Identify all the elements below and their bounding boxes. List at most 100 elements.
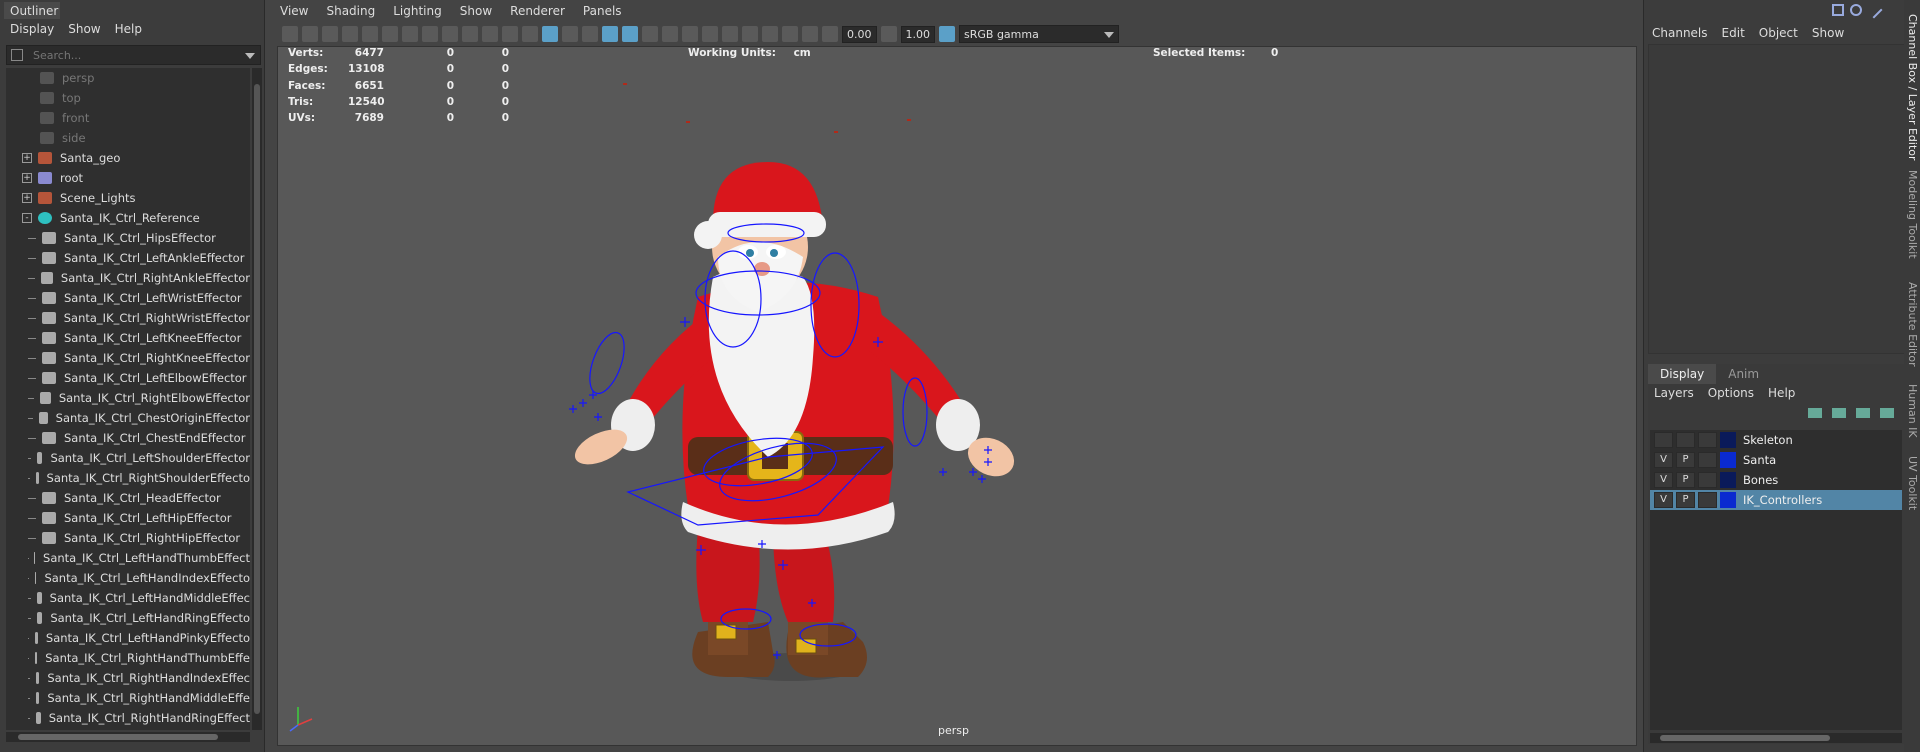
outliner-item[interactable]: Santa_IK_Ctrl_HipsEffector xyxy=(6,228,250,248)
gamma-field[interactable]: 1.00 xyxy=(900,25,935,43)
edit-menu[interactable]: Edit xyxy=(1722,26,1745,40)
layer-type-toggle[interactable] xyxy=(1698,472,1717,488)
layer-row[interactable]: V P IK_Controllers xyxy=(1650,490,1902,510)
layer-color-swatch[interactable] xyxy=(1720,452,1736,468)
help-menu[interactable]: Help xyxy=(1768,386,1795,400)
select-camera-icon[interactable] xyxy=(282,26,298,42)
outliner-item[interactable]: Santa_IK_Ctrl_LeftHandIndexEffecto xyxy=(6,568,250,588)
layer-row[interactable]: V P Bones xyxy=(1650,470,1902,490)
layer-visibility-toggle[interactable]: V xyxy=(1654,452,1673,468)
viewport-menu-show[interactable]: Show xyxy=(460,4,492,18)
side-tab[interactable]: Attribute Editor xyxy=(1906,282,1919,367)
xray-icon[interactable] xyxy=(762,26,778,42)
show-menu[interactable]: Show xyxy=(1812,26,1844,40)
viewport-menu-lighting[interactable]: Lighting xyxy=(393,4,442,18)
layer-visibility-toggle[interactable]: V xyxy=(1654,472,1673,488)
outliner-item[interactable]: Santa_IK_Ctrl_RightShoulderEffecto xyxy=(6,468,250,488)
outliner-item[interactable]: + root xyxy=(6,168,250,188)
xray-joints-icon[interactable] xyxy=(802,26,818,42)
viewport-menu-view[interactable]: View xyxy=(280,4,308,18)
outliner-item[interactable]: Santa_IK_Ctrl_RightHandThumbEffe xyxy=(6,648,250,668)
collapse-icon[interactable]: - xyxy=(22,213,32,223)
outliner-item[interactable]: + Santa_geo xyxy=(6,148,250,168)
outliner-item[interactable]: Santa_IK_Ctrl_LeftHandPinkyEffecto xyxy=(6,628,250,648)
outliner-item[interactable]: - Santa_IK_Ctrl_Reference xyxy=(6,208,250,228)
color-management-icon[interactable] xyxy=(939,26,955,42)
outliner-item[interactable]: Santa_IK_Ctrl_LeftWristEffector xyxy=(6,288,250,308)
layer-type-toggle[interactable] xyxy=(1698,492,1717,508)
outliner-item[interactable]: Santa_IK_Ctrl_LeftKneeEffector xyxy=(6,328,250,348)
outliner-item[interactable]: top xyxy=(6,88,250,108)
expand-icon[interactable]: + xyxy=(22,173,32,183)
tab-display[interactable]: Display xyxy=(1648,364,1717,384)
outliner-menu-show[interactable]: Show xyxy=(68,22,100,38)
gate-mask-icon[interactable] xyxy=(462,26,478,42)
channels-menu[interactable]: Channels xyxy=(1652,26,1708,40)
outliner-horizontal-scrollbar[interactable] xyxy=(6,732,250,742)
search-input[interactable] xyxy=(33,47,243,63)
santa-character-model[interactable] xyxy=(278,47,1637,746)
viewport-menu-panels[interactable]: Panels xyxy=(583,4,622,18)
layer-row[interactable]: V P Santa xyxy=(1650,450,1902,470)
outliner-item[interactable]: Santa_IK_Ctrl_LeftShoulderEffector xyxy=(6,448,250,468)
outliner-vertical-scrollbar[interactable] xyxy=(252,68,262,730)
outliner-menu-display[interactable]: Display xyxy=(10,22,54,38)
grease-pencil-icon[interactable] xyxy=(382,26,398,42)
layer-playback-toggle[interactable]: P xyxy=(1676,492,1695,508)
outliner-item[interactable]: persp xyxy=(6,68,250,88)
camera-attributes-icon[interactable] xyxy=(302,26,318,42)
outliner-item[interactable]: Santa_IK_Ctrl_LeftHandRingEffecto xyxy=(6,608,250,628)
layer-type-toggle[interactable] xyxy=(1698,432,1717,448)
outliner-item[interactable]: Santa_IK_Ctrl_RightAnkleEffector xyxy=(6,268,250,288)
layers-menu[interactable]: Layers xyxy=(1654,386,1694,400)
human-ik-icon[interactable] xyxy=(1832,4,1844,16)
shadows-icon[interactable] xyxy=(642,26,658,42)
outliner-item[interactable]: Santa_IK_Ctrl_RightHipEffector xyxy=(6,528,250,548)
outliner-menu-help[interactable]: Help xyxy=(115,22,142,38)
scrollbar-thumb[interactable] xyxy=(254,84,260,714)
layer-color-swatch[interactable] xyxy=(1720,472,1736,488)
wireframe-on-shaded-icon[interactable] xyxy=(582,26,598,42)
gamma-icon[interactable] xyxy=(880,26,897,42)
ambient-occlusion-icon[interactable] xyxy=(662,26,678,42)
grid-icon[interactable] xyxy=(402,26,418,42)
options-menu[interactable]: Options xyxy=(1708,386,1754,400)
object-menu[interactable]: Object xyxy=(1759,26,1798,40)
viewport-menu-renderer[interactable]: Renderer xyxy=(510,4,565,18)
wireframe-icon[interactable] xyxy=(522,26,538,42)
move-layer-up-icon[interactable] xyxy=(1808,408,1822,418)
outliner-item[interactable]: Santa_IK_Ctrl_LeftAnkleEffector xyxy=(6,248,250,268)
use-all-lights-icon[interactable] xyxy=(622,26,638,42)
outliner-item[interactable]: front xyxy=(6,108,250,128)
film-gate-icon[interactable] xyxy=(422,26,438,42)
side-tab[interactable]: UV Toolkit xyxy=(1906,456,1919,510)
layer-color-swatch[interactable] xyxy=(1720,432,1736,448)
layer-playback-toggle[interactable] xyxy=(1676,432,1695,448)
xray-active-icon[interactable] xyxy=(782,26,798,42)
outliner-item[interactable]: Santa_IK_Ctrl_LeftHipEffector xyxy=(6,508,250,528)
move-layer-down-icon[interactable] xyxy=(1832,408,1846,418)
textured-icon[interactable] xyxy=(602,26,618,42)
outliner-item[interactable]: Santa_IK_Ctrl_RightKneeEffector xyxy=(6,348,250,368)
exposure-field[interactable]: 0.00 xyxy=(842,25,877,43)
anti-aliasing-icon[interactable] xyxy=(702,26,718,42)
expand-icon[interactable]: + xyxy=(22,153,32,163)
outliner-item[interactable]: Santa_IK_Ctrl_LeftElbowEffector xyxy=(6,368,250,388)
image-plane-icon[interactable] xyxy=(342,26,358,42)
outliner-item[interactable]: Santa_IK_Ctrl_RightHandMiddleEffe xyxy=(6,688,250,708)
pencil-icon[interactable] xyxy=(1865,1,1883,19)
search-dropdown-icon[interactable] xyxy=(245,53,255,59)
depth-of-field-icon[interactable] xyxy=(722,26,738,42)
outliner-item[interactable]: Santa_IK_Ctrl_ChestOriginEffector xyxy=(6,408,250,428)
viewport-menu-shading[interactable]: Shading xyxy=(326,4,375,18)
side-tab[interactable]: Human IK xyxy=(1906,384,1919,438)
outliner-item[interactable]: Santa_IK_Ctrl_HeadEffector xyxy=(6,488,250,508)
safe-action-icon[interactable] xyxy=(502,26,518,42)
outliner-tab[interactable]: Outliner xyxy=(4,2,60,19)
layer-color-swatch[interactable] xyxy=(1720,492,1736,508)
outliner-item[interactable]: + Scene_Lights xyxy=(6,188,250,208)
scrollbar-thumb[interactable] xyxy=(18,734,218,740)
new-layer-icon[interactable] xyxy=(1856,408,1870,418)
outliner-item[interactable]: Santa_IK_Ctrl_RightElbowEffector xyxy=(6,388,250,408)
layer-type-toggle[interactable] xyxy=(1698,452,1717,468)
